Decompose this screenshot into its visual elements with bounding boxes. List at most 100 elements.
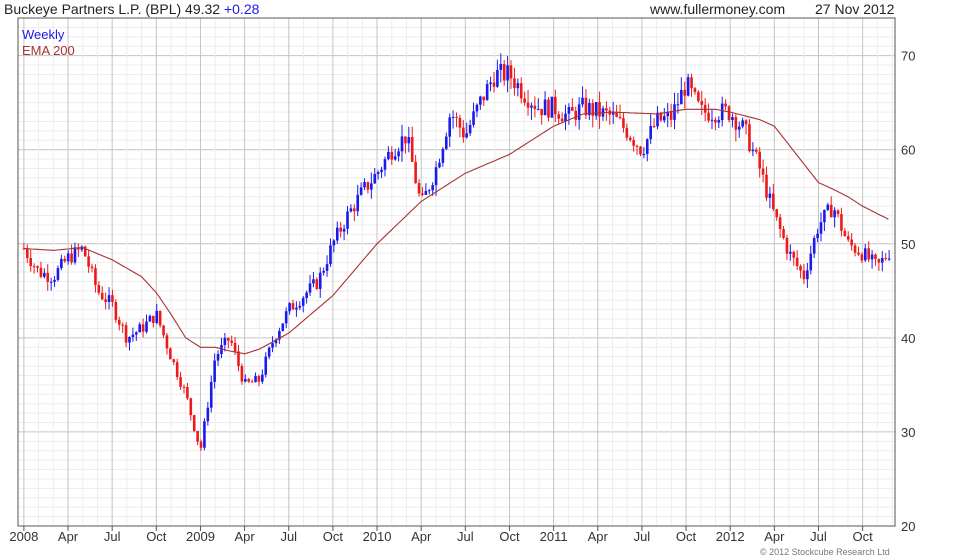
weekly-body-up xyxy=(530,105,533,108)
weekly-body-up xyxy=(271,343,274,348)
weekly-body-up xyxy=(472,111,475,125)
weekly-body-down xyxy=(25,248,29,259)
weekly-body-up xyxy=(264,356,268,375)
weekly-body-up xyxy=(431,185,434,191)
weekly-body-up xyxy=(346,211,349,229)
weekly-body-down xyxy=(669,111,673,120)
weekly-body-up xyxy=(383,159,387,170)
weekly-body-up xyxy=(53,279,56,282)
weekly-body-up xyxy=(717,120,721,123)
weekly-body-down xyxy=(792,251,796,258)
weekly-body-down xyxy=(291,303,295,310)
weekly-body-down xyxy=(46,272,50,282)
weekly-body-down xyxy=(519,83,523,99)
weekly-body-down xyxy=(690,77,693,89)
weekly-body-down xyxy=(414,161,417,184)
x-tick-label: Apr xyxy=(411,529,432,544)
weekly-body-up xyxy=(335,227,339,241)
weekly-body-down xyxy=(462,127,465,138)
weekly-body-up xyxy=(370,183,373,190)
weekly-body-down xyxy=(526,102,530,108)
legend-ema-200: EMA 200 xyxy=(22,43,75,58)
weekly-body-up xyxy=(312,279,315,284)
weekly-body-up xyxy=(499,64,503,70)
weekly-body-up xyxy=(131,334,135,337)
weekly-body-up xyxy=(267,347,271,357)
weekly-body-down xyxy=(560,118,564,122)
weekly-body-up xyxy=(66,253,70,262)
weekly-body-down xyxy=(100,292,104,300)
weekly-body-up xyxy=(308,283,312,293)
weekly-body-up xyxy=(881,258,884,263)
weekly-body-up xyxy=(305,292,308,299)
weekly-body-down xyxy=(758,151,761,169)
weekly-body-up xyxy=(720,103,724,121)
weekly-body-up xyxy=(49,281,53,283)
weekly-body-down xyxy=(840,214,843,231)
weekly-body-down xyxy=(141,324,145,332)
weekly-body-up xyxy=(203,421,206,448)
weekly-body-up xyxy=(751,149,755,152)
weekly-body-up xyxy=(107,295,111,303)
weekly-body-up xyxy=(318,272,322,289)
x-tick-label: 2008 xyxy=(9,529,38,544)
weekly-body-down xyxy=(230,340,233,343)
weekly-body-up xyxy=(393,156,397,160)
weekly-body-up xyxy=(710,119,714,121)
weekly-body-down xyxy=(615,112,618,117)
weekly-body-down xyxy=(513,78,516,89)
weekly-body-up xyxy=(496,69,499,87)
weekly-body-up xyxy=(148,315,152,322)
weekly-body-up xyxy=(434,167,438,186)
weekly-body-up xyxy=(516,83,520,89)
weekly-body-down xyxy=(97,285,101,293)
price-chart: 203040506070 2008 Apr Jul Oct 2009 Apr Jul Oct 2… xyxy=(9,17,915,557)
weekly-body-down xyxy=(36,266,39,268)
weekly-body-up xyxy=(216,354,220,361)
weekly-body-down xyxy=(744,120,748,125)
weekly-body-down xyxy=(339,227,342,232)
weekly-body-down xyxy=(843,230,847,237)
weekly-body-down xyxy=(761,168,765,175)
weekly-body-down xyxy=(179,377,182,387)
weekly-body-down xyxy=(632,140,635,146)
y-tick-label: 40 xyxy=(901,331,915,346)
weekly-body-up xyxy=(295,307,298,310)
price-bars xyxy=(22,53,891,451)
x-tick-label: Apr xyxy=(58,529,79,544)
weekly-body-down xyxy=(226,337,230,341)
weekly-body-up xyxy=(826,204,830,210)
weekly-body-up xyxy=(816,233,819,239)
x-tick-label: Jul xyxy=(280,529,297,544)
weekly-body-down xyxy=(625,127,629,138)
weekly-body-down xyxy=(29,258,32,267)
weekly-body-up xyxy=(356,194,360,212)
weekly-body-down xyxy=(605,108,608,111)
weekly-body-up xyxy=(332,240,336,246)
weekly-body-up xyxy=(451,116,455,118)
weekly-body-down xyxy=(782,228,785,238)
weekly-body-down xyxy=(874,254,877,260)
weekly-body-down xyxy=(628,137,632,141)
weekly-body-down xyxy=(458,117,462,128)
weekly-body-down xyxy=(250,381,254,383)
weekly-body-up xyxy=(349,208,353,212)
weekly-body-down xyxy=(795,257,799,267)
x-tick-label: Apr xyxy=(234,529,255,544)
weekly-body-up xyxy=(789,251,792,254)
weekly-body-down xyxy=(836,210,840,215)
x-tick-label: Jul xyxy=(810,529,827,544)
weekly-body-down xyxy=(182,386,186,388)
x-tick-label: 2009 xyxy=(186,529,215,544)
grid-lines xyxy=(18,17,895,527)
weekly-body-up xyxy=(444,136,448,149)
weekly-body-up xyxy=(731,117,734,121)
x-tick-label: Oct xyxy=(499,529,520,544)
weekly-body-down xyxy=(165,335,169,349)
weekly-body-up xyxy=(213,360,216,382)
weekly-body-down xyxy=(785,237,789,254)
y-tick-label: 50 xyxy=(901,237,915,252)
weekly-body-down xyxy=(111,295,114,303)
weekly-body-down xyxy=(114,302,118,320)
weekly-body-up xyxy=(737,126,741,130)
